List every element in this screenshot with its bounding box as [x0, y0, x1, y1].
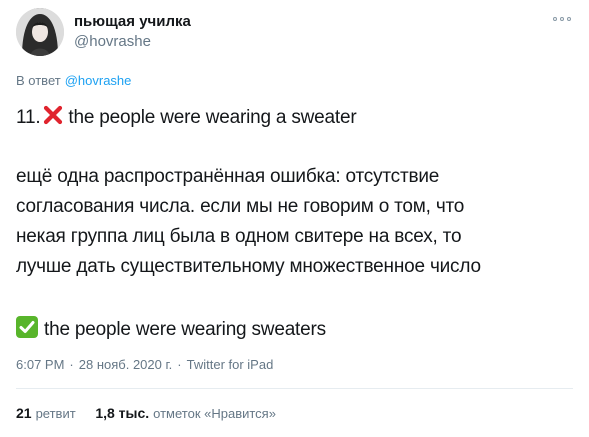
more-options-icon[interactable]: [553, 14, 571, 24]
tweet-date[interactable]: 28 нояб. 2020 г.: [79, 357, 173, 372]
dot: [553, 17, 557, 21]
avatar-photo: [16, 8, 64, 56]
tweet-paragraph-line: ещё одна распространённая ошибка: отсутс…: [16, 166, 440, 187]
reply-target-link[interactable]: @hovrashe: [65, 73, 132, 88]
divider: [16, 388, 573, 389]
avatar[interactable]: [16, 8, 64, 56]
cross-mark-icon: [42, 104, 64, 126]
separator: ·: [177, 357, 182, 372]
retweets-count: 21: [16, 405, 32, 421]
tweet-meta: 6:07 PM · 28 нояб. 2020 г. · Twitter for iPa…: [16, 357, 273, 372]
check-mark-icon: [16, 316, 38, 338]
tweet-card: пьющая училка @hovrashe В ответ @hovrashe…: [0, 0, 589, 437]
retweets-label: ретвит: [35, 406, 76, 421]
likes-label: отметок «Нравится»: [153, 406, 276, 421]
dot: [560, 17, 564, 21]
tweet-stats: 21 ретвит 1,8 тыс. отметок «Нравится»: [16, 405, 292, 421]
reply-prefix: В ответ: [16, 73, 61, 88]
tweet-line-correct: the people were wearing sweaters: [16, 316, 326, 341]
tweet-paragraph-line: некая группа лиц была в одном свитере на…: [16, 226, 462, 247]
author-display-name[interactable]: пьющая училка: [74, 13, 191, 30]
reply-context: В ответ @hovrashe: [16, 73, 131, 88]
separator: ·: [69, 357, 74, 372]
likes-stat[interactable]: 1,8 тыс. отметок «Нравится»: [95, 405, 276, 421]
wrong-example-text: the people were wearing a sweater: [68, 107, 357, 128]
retweets-stat[interactable]: 21 ретвит: [16, 405, 76, 421]
author-handle[interactable]: @hovrashe: [74, 33, 151, 50]
tweet-line-wrong: 11. the people were wearing a sweater: [16, 104, 357, 129]
dot: [567, 17, 571, 21]
likes-count: 1,8 тыс.: [95, 405, 150, 421]
tweet-source[interactable]: Twitter for iPad: [187, 357, 274, 372]
tweet-paragraph-line: лучше дать существительному множественно…: [16, 256, 481, 277]
correct-example-text: the people were wearing sweaters: [44, 319, 326, 340]
tweet-paragraph-line: согласования числа. если мы не говорим о…: [16, 196, 465, 217]
item-number: 11.: [16, 107, 41, 128]
tweet-time[interactable]: 6:07 PM: [16, 357, 64, 372]
